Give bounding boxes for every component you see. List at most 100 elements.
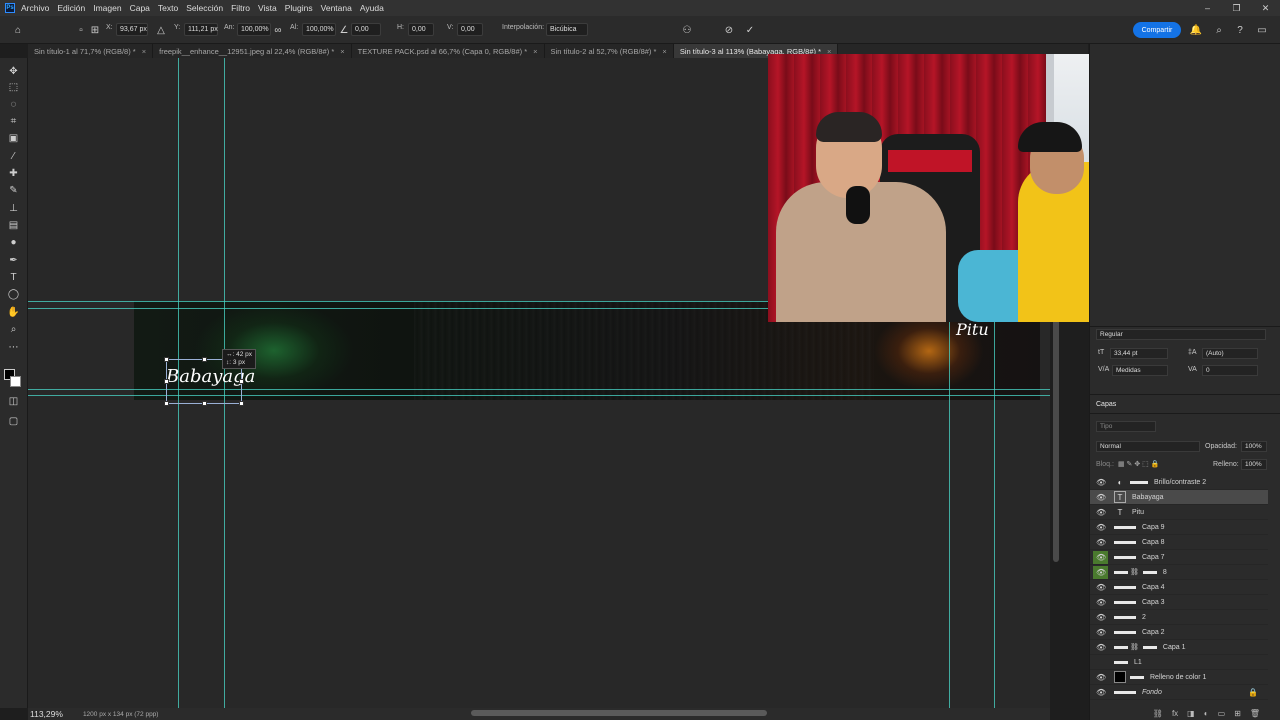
new-layer-icon[interactable]: ⊞: [1234, 709, 1241, 718]
stamp-icon[interactable]: ⊥: [6, 201, 21, 215]
menu-archivo[interactable]: Archivo: [21, 3, 49, 13]
eye-icon[interactable]: 👁: [1096, 568, 1106, 577]
layer-row-capa-9[interactable]: 👁 Capa 9: [1090, 520, 1268, 535]
eye-icon[interactable]: 👁: [1096, 553, 1106, 562]
eye-icon[interactable]: 👁: [1096, 643, 1106, 652]
layer-row-brillo-contraste-2[interactable]: 👁 ◐ Brillo/contraste 2: [1090, 475, 1268, 490]
restore-button[interactable]: ❐: [1222, 0, 1251, 16]
leading-field[interactable]: (Auto): [1202, 348, 1258, 359]
zoom-level[interactable]: 113,29%: [30, 709, 63, 719]
transform-handle[interactable]: [202, 357, 207, 362]
link-layers-icon[interactable]: ⛓: [1153, 709, 1163, 718]
font-style-select[interactable]: Regular: [1096, 329, 1266, 340]
crop-tool-icon[interactable]: ⌗: [6, 114, 21, 128]
dodge-icon[interactable]: ●: [6, 235, 21, 249]
eye-icon[interactable]: 👁: [1096, 628, 1106, 637]
eye-icon[interactable]: 👁: [1096, 583, 1106, 592]
menu-vista[interactable]: Vista: [258, 3, 277, 13]
add-mask-icon[interactable]: ◨: [1187, 709, 1195, 718]
height-field[interactable]: 100,00%: [302, 23, 336, 36]
fx-icon[interactable]: fx: [1172, 709, 1178, 718]
eye-icon[interactable]: 👁: [1096, 508, 1106, 517]
eye-icon[interactable]: 👁: [1096, 478, 1106, 487]
menu-filtro[interactable]: Filtro: [231, 3, 250, 13]
layer-filter-input[interactable]: Tipo: [1096, 421, 1156, 432]
eye-icon[interactable]: 👁: [1096, 613, 1106, 622]
layer-row-capa-8[interactable]: 👁 Capa 8: [1090, 535, 1268, 550]
close-tab-icon[interactable]: ×: [662, 47, 666, 58]
adjustment-icon[interactable]: ◐: [1204, 709, 1209, 718]
eye-icon[interactable]: 👁: [1096, 688, 1106, 697]
tab-freepik[interactable]: freepik__enhance__12951.jpeg al 22,4% (R…: [153, 44, 352, 58]
share-button[interactable]: Compartir: [1133, 22, 1181, 38]
quick-mask-icon[interactable]: ◫: [6, 394, 21, 408]
help-icon[interactable]: ?: [1233, 23, 1247, 37]
layer-row-l1[interactable]: L1: [1090, 655, 1268, 670]
move-tool-icon[interactable]: ✥: [6, 64, 21, 78]
object-select-icon[interactable]: ▣: [6, 131, 21, 145]
menu-capa[interactable]: Capa: [130, 3, 150, 13]
cancel-transform-icon[interactable]: ⊘: [722, 23, 736, 37]
fill-field[interactable]: 100%: [1241, 459, 1267, 470]
tab-sin-titulo-2[interactable]: Sin título-2 al 52,7% (RGB/8#) * ×: [545, 44, 674, 58]
blend-mode-select[interactable]: Normal: [1096, 441, 1200, 452]
hskew-field[interactable]: 0,00: [408, 23, 434, 36]
tab-texture-pack[interactable]: TEXTURE PACK.psd al 66,7% (Capa 0, RGB/8…: [352, 44, 545, 58]
menu-plugins[interactable]: Plugins: [285, 3, 313, 13]
layer-row-babayaga[interactable]: 👁 T Babayaga: [1090, 490, 1268, 505]
vskew-field[interactable]: 0,00: [457, 23, 483, 36]
transform-handle[interactable]: [164, 401, 169, 406]
layer-row-capa-2[interactable]: 👁 Capa 2: [1090, 625, 1268, 640]
background-color-swatch[interactable]: [10, 376, 21, 387]
angle-field[interactable]: 0,00: [351, 23, 381, 36]
link-icon[interactable]: ∞: [271, 23, 285, 37]
transform-handle[interactable]: [239, 401, 244, 406]
more-tools-icon[interactable]: ⋯: [6, 340, 21, 354]
opacity-field[interactable]: 100%: [1241, 441, 1267, 452]
layer-row-fondo[interactable]: 👁 Fondo 🔒: [1090, 685, 1268, 700]
menu-texto[interactable]: Texto: [158, 3, 178, 13]
menu-ayuda[interactable]: Ayuda: [360, 3, 384, 13]
layer-row-relleno-de-color-1[interactable]: 👁 Relleno de color 1: [1090, 670, 1268, 685]
layers-panel-title[interactable]: Capas: [1096, 401, 1116, 408]
x-position-field[interactable]: 93,67 px: [116, 23, 148, 36]
interpolation-select[interactable]: Bicúbica: [546, 23, 588, 36]
screen-mode-icon[interactable]: ▢: [6, 414, 21, 428]
pen-tool-icon[interactable]: ✒: [6, 253, 21, 267]
transform-handle[interactable]: [239, 379, 244, 384]
lasso-tool-icon[interactable]: ◌: [6, 97, 21, 111]
bell-icon[interactable]: 🔔: [1189, 23, 1203, 37]
search-icon[interactable]: ⌕: [1212, 23, 1226, 37]
lock-options-icon[interactable]: ▦ ✎ ✥ ⬚ 🔒: [1118, 460, 1159, 468]
eye-icon[interactable]: 👁: [1096, 673, 1106, 682]
new-group-icon[interactable]: ▭: [1218, 709, 1226, 718]
font-size-field[interactable]: 33,44 pt: [1110, 348, 1168, 359]
hand-tool-icon[interactable]: ✋: [6, 305, 21, 319]
warp-icon[interactable]: ⚇: [680, 23, 694, 37]
healing-brush-icon[interactable]: ✚: [6, 166, 21, 180]
eye-icon[interactable]: 👁: [1096, 598, 1106, 607]
eye-icon[interactable]: 👁: [1096, 523, 1106, 532]
width-field[interactable]: 100,00%: [237, 23, 271, 36]
eye-icon[interactable]: 👁: [1096, 493, 1106, 502]
close-tab-icon[interactable]: ×: [533, 47, 537, 58]
horizontal-scrollbar[interactable]: [471, 710, 767, 716]
workspace-icon[interactable]: ▭: [1255, 23, 1269, 37]
close-window-button[interactable]: ✕: [1251, 0, 1280, 16]
gradient-icon[interactable]: ▤: [6, 218, 21, 232]
y-position-field[interactable]: 111,21 px: [184, 23, 218, 36]
home-icon[interactable]: ⌂: [11, 23, 25, 37]
close-tab-icon[interactable]: ×: [340, 47, 344, 58]
layer-row-2[interactable]: 👁 2: [1090, 610, 1268, 625]
layer-row-pitu[interactable]: 👁 T Pitu: [1090, 505, 1268, 520]
tab-sin-titulo-1[interactable]: Sin título-1 al 71,7% (RGB/8) * ×: [28, 44, 154, 58]
close-tab-icon[interactable]: ×: [142, 47, 146, 58]
commit-transform-icon[interactable]: ✓: [743, 23, 757, 37]
menu-edicion[interactable]: Edición: [57, 3, 85, 13]
transform-handle[interactable]: [164, 357, 169, 362]
eyedropper-icon[interactable]: ⁄: [6, 149, 21, 163]
pitu-text-layer[interactable]: Pitu: [956, 320, 989, 339]
brush-icon[interactable]: ✎: [6, 183, 21, 197]
delete-layer-icon[interactable]: 🗑: [1250, 709, 1260, 718]
menu-ventana[interactable]: Ventana: [321, 3, 352, 13]
